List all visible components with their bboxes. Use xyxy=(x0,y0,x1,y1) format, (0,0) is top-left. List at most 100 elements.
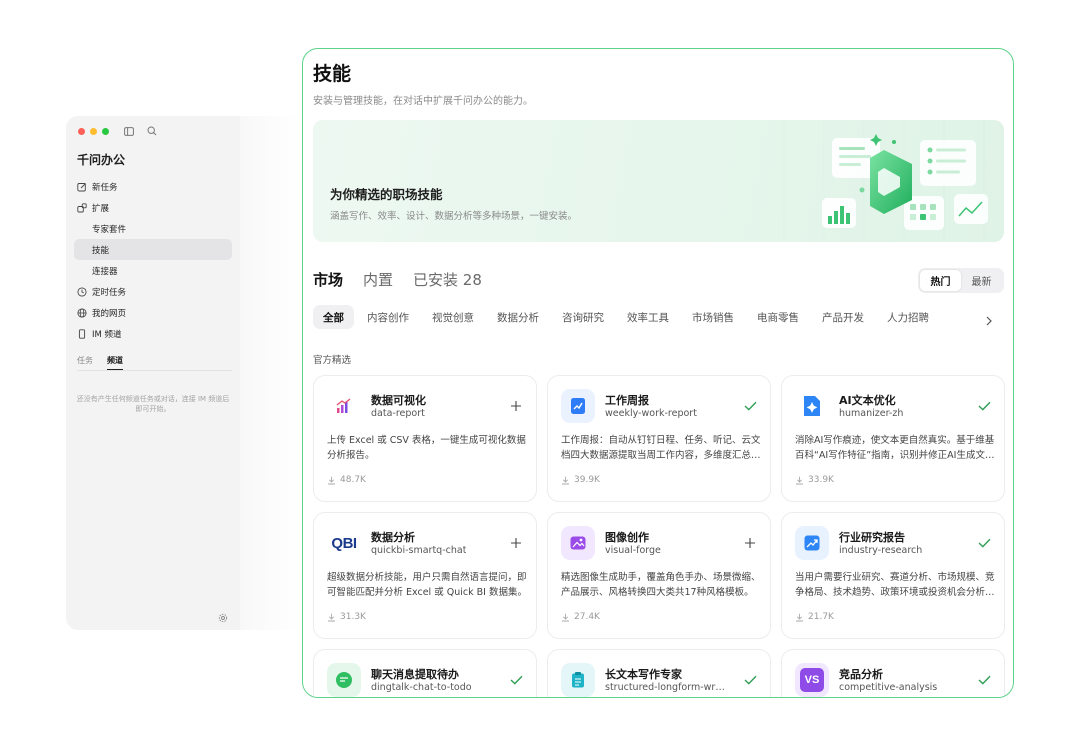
check-icon[interactable] xyxy=(976,398,992,414)
sort-latest-button[interactable]: 最新 xyxy=(961,270,1002,291)
sidebar-item-connectors[interactable]: 连接器 xyxy=(74,260,232,281)
category-consulting[interactable]: 咨询研究 xyxy=(552,305,614,329)
qbi-logo-text: QBI xyxy=(331,534,357,552)
tab-installed[interactable]: 已安装 28 xyxy=(413,269,482,290)
tab-market[interactable]: 市场 xyxy=(313,269,343,290)
check-icon[interactable] xyxy=(508,672,524,688)
download-count: 48.7K xyxy=(327,475,366,485)
sidebar-item-label: 连接器 xyxy=(92,266,118,277)
page-subtitle: 安装与管理技能，在对话中扩展千问办公的能力。 xyxy=(313,96,533,107)
sidebar-item-label: 新任务 xyxy=(92,182,118,193)
skill-description: 工作周报：自动从钉钉日程、任务、听记、云文档四大数据源提取当周工作内容，多维度汇… xyxy=(561,435,761,461)
sidebar-item-label: 扩展 xyxy=(92,203,110,214)
skill-card-quickbi-smartq-chat[interactable]: QBI 数据分析 quickbi-smartq-chat 超级数据分析技能，用户… xyxy=(313,512,537,639)
skill-card-structured-longform-writing[interactable]: 长文本写作专家 structured-longform-writing xyxy=(547,649,771,697)
banner-subtitle: 涵盖写作、效率、设计、数据分析等多种场景，一键安装。 xyxy=(330,211,578,222)
plus-icon[interactable] xyxy=(508,535,524,551)
titlebar xyxy=(78,126,157,136)
sidebar-item-im-channel[interactable]: IM 频道 xyxy=(74,323,232,344)
sidebar-tabs: 任务 频道 xyxy=(77,355,123,370)
category-product-dev[interactable]: 产品开发 xyxy=(812,305,874,329)
download-icon xyxy=(562,613,569,621)
skill-card-competitive-analysis[interactable]: VS 竞品分析 competitive-analysis xyxy=(781,649,1005,697)
skill-card-industry-research[interactable]: 行业研究报告 industry-research 当用户需要行业研究、赛道分析、… xyxy=(781,512,1005,639)
skill-slug: structured-longform-writing xyxy=(605,682,725,693)
category-productivity[interactable]: 效率工具 xyxy=(617,305,679,329)
skill-card-data-report[interactable]: 数据可视化 data-report 上传 Excel 或 CSV 表格，一键生成… xyxy=(313,375,537,502)
skill-name: 图像创作 xyxy=(605,531,649,544)
minimize-window-button[interactable] xyxy=(90,127,97,135)
sidebar-toggle-icon[interactable] xyxy=(124,126,134,136)
skill-description: 超级数据分析技能，用户只需自然语言提问，即可智能匹配并分析 Excel 或 Qu… xyxy=(327,572,527,598)
plus-icon[interactable] xyxy=(508,398,524,414)
banner-title: 为你精选的职场技能 xyxy=(330,187,443,202)
chart-bars-icon xyxy=(327,389,361,423)
sidebar-item-expert-suite[interactable]: 专家套件 xyxy=(74,218,232,239)
skill-name: AI文本优化 xyxy=(839,394,896,407)
check-icon[interactable] xyxy=(976,672,992,688)
download-count-text: 21.7K xyxy=(808,612,834,622)
download-count: 39.9K xyxy=(561,475,600,485)
skill-slug: competitive-analysis xyxy=(839,682,938,693)
skill-name: 数据分析 xyxy=(371,531,415,544)
category-visual-creative[interactable]: 视觉创意 xyxy=(422,305,484,329)
skill-name: 竞品分析 xyxy=(839,668,883,681)
skill-card-dingtalk-chat-to-todo[interactable]: 聊天消息提取待办 dingtalk-chat-to-todo xyxy=(313,649,537,697)
skill-slug: humanizer-zh xyxy=(839,408,904,419)
featured-banner[interactable]: 为你精选的职场技能 涵盖写作、效率、设计、数据分析等多种场景，一键安装。 xyxy=(313,120,1004,242)
skill-name: 聊天消息提取待办 xyxy=(371,668,459,681)
skill-slug: visual-forge xyxy=(605,545,661,556)
sidebar-item-label: 我的网页 xyxy=(92,308,127,319)
chevron-right-icon[interactable] xyxy=(985,311,993,330)
vs-icon: VS xyxy=(795,663,829,697)
sidebar-nav: 新任务 扩展 专家套件 技能 连接器 定时任务 我的网页 IM 频道 xyxy=(74,176,232,344)
category-data-analysis[interactable]: 数据分析 xyxy=(487,305,549,329)
download-count-text: 33.9K xyxy=(808,475,834,485)
maximize-window-button[interactable] xyxy=(102,127,109,135)
skill-slug: dingtalk-chat-to-todo xyxy=(371,682,472,693)
skill-card-visual-forge[interactable]: 图像创作 visual-forge 精选图像生成助手，覆盖角色手办、场景微缩、产… xyxy=(547,512,771,639)
plus-icon[interactable] xyxy=(742,535,758,551)
check-icon[interactable] xyxy=(742,398,758,414)
app-title: 千问办公 xyxy=(77,153,126,167)
download-icon xyxy=(562,476,569,484)
sort-hot-button[interactable]: 热门 xyxy=(920,270,961,291)
sidebar-item-extensions[interactable]: 扩展 xyxy=(74,197,232,218)
vs-logo-text: VS xyxy=(800,668,824,692)
category-all[interactable]: 全部 xyxy=(313,305,354,329)
close-window-button[interactable] xyxy=(78,127,85,135)
category-hr[interactable]: 人力招聘 xyxy=(877,305,939,329)
sidebar-item-label: 技能 xyxy=(92,245,110,256)
skill-slug: weekly-work-report xyxy=(605,408,697,419)
sidebar-item-my-pages[interactable]: 我的网页 xyxy=(74,302,232,323)
category-ecommerce[interactable]: 电商零售 xyxy=(747,305,809,329)
sidebar-tab-channels[interactable]: 频道 xyxy=(107,355,123,370)
sidebar-shadow xyxy=(240,116,302,630)
sort-toggle: 热门 最新 xyxy=(918,268,1004,293)
section-label: 官方精选 xyxy=(313,355,352,366)
search-icon[interactable] xyxy=(147,126,157,136)
skill-name: 长文本写作专家 xyxy=(605,668,682,681)
banner-illustration xyxy=(783,120,988,242)
skill-slug: quickbi-smartq-chat xyxy=(371,545,467,556)
trend-doc-icon xyxy=(561,389,595,423)
sidebar-item-skills[interactable]: 技能 xyxy=(74,239,232,260)
download-icon xyxy=(796,476,803,484)
sidebar-item-label: 专家套件 xyxy=(92,224,127,235)
download-icon xyxy=(328,613,335,621)
gear-icon[interactable] xyxy=(218,608,228,627)
tab-builtin[interactable]: 内置 xyxy=(363,269,393,290)
skill-card-weekly-work-report[interactable]: 工作周报 weekly-work-report 工作周报：自动从钉钉日程、任务、… xyxy=(547,375,771,502)
skill-name: 行业研究报告 xyxy=(839,531,905,544)
sidebar-item-scheduled-tasks[interactable]: 定时任务 xyxy=(74,281,232,302)
sidebar-tab-tasks[interactable]: 任务 xyxy=(77,355,93,370)
image-icon xyxy=(561,526,595,560)
check-icon[interactable] xyxy=(976,535,992,551)
check-icon[interactable] xyxy=(742,672,758,688)
skill-description: 精选图像生成助手，覆盖角色手办、场景微缩、产品展示、风格转换四大类共17种风格模… xyxy=(561,572,761,598)
skill-card-humanizer-zh[interactable]: AI文本优化 humanizer-zh 消除AI写作痕迹，使文本更自然真实。基于… xyxy=(781,375,1005,502)
category-marketing[interactable]: 市场销售 xyxy=(682,305,744,329)
category-content-creation[interactable]: 内容创作 xyxy=(357,305,419,329)
sidebar-item-new-task[interactable]: 新任务 xyxy=(74,176,232,197)
skill-slug: industry-research xyxy=(839,545,923,556)
